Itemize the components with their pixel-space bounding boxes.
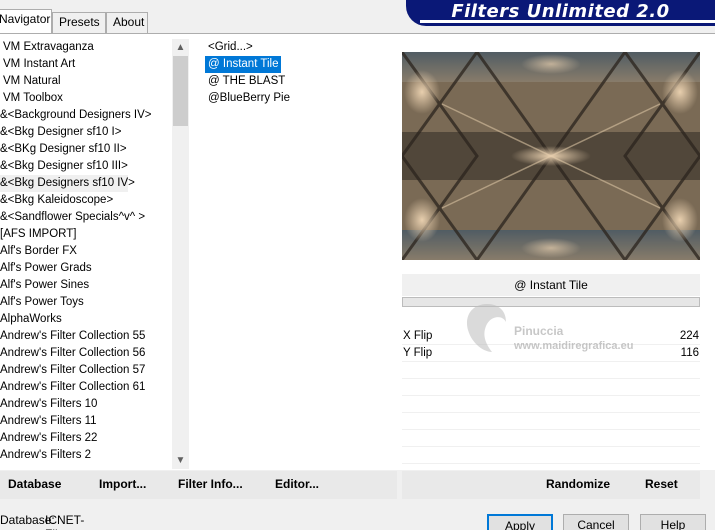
category-item[interactable]: [AFS IMPORT] (0, 226, 172, 243)
param-label: Y Flip (403, 347, 433, 359)
category-item[interactable]: VM Natural (0, 73, 172, 90)
category-item[interactable]: &<Bkg Designers sf10 IV> (0, 175, 135, 192)
category-item[interactable]: &<BKg Designer sf10 II> (0, 141, 172, 158)
filter-row: @ THE BLAST (205, 73, 395, 90)
filter-item[interactable]: <Grid...> (205, 41, 256, 53)
filter-row: @ Instant Tile (205, 56, 395, 73)
navigator-panel: VM Extravaganza VM Instant Art VM Natural V… (0, 33, 715, 470)
category-item[interactable]: &<Bkg Kaleidoscope> (0, 192, 172, 209)
tab-navigator[interactable]: Navigator (0, 9, 52, 33)
status-value: ICNET-Filters (45, 513, 85, 530)
category-scrollbar[interactable]: ▲ ▼ (172, 39, 189, 469)
bottom-toolbar: Database Import... Filter Info... Editor… (0, 471, 715, 499)
category-item[interactable]: Andrew's Filters 11 (0, 413, 172, 430)
watermark: Pinuccia www.maidiregrafica.eu (462, 300, 672, 360)
help-button[interactable]: Help (640, 514, 706, 530)
randomize-button[interactable]: Randomize (546, 477, 610, 491)
category-item[interactable]: Alf's Power Toys (0, 294, 172, 311)
toolbar-right: Randomize Reset (402, 471, 700, 499)
tab-presets[interactable]: Presets (52, 12, 106, 33)
watermark-line1: Pinuccia (514, 324, 564, 338)
category-item[interactable]: Andrew's Filters 10 (0, 396, 172, 413)
watermark-logo-icon (466, 304, 506, 352)
category-item[interactable]: &<Bkg Designer sf10 I> (0, 124, 172, 141)
category-item[interactable]: Andrew's Filters 22 (0, 430, 172, 447)
filter-item[interactable]: @ Instant Tile (205, 56, 282, 73)
category-item[interactable]: Andrew's Filter Collection 55 (0, 328, 172, 345)
cancel-button[interactable]: Cancel (563, 514, 629, 530)
category-item[interactable]: Alf's Power Grads (0, 260, 172, 277)
category-item[interactable]: VM Extravaganza (0, 39, 172, 56)
category-item[interactable]: Alf's Power Sines (0, 277, 172, 294)
category-item[interactable]: &<Bkg Designer sf10 III> (0, 158, 172, 175)
filter-item[interactable]: @ THE BLAST (205, 75, 288, 87)
selected-filter-name: @ Instant Tile (402, 274, 700, 296)
tab-about[interactable]: About (106, 12, 148, 33)
param-row-empty (402, 413, 700, 430)
apply-button[interactable]: Apply (487, 514, 553, 530)
category-item[interactable]: VM Instant Art (0, 56, 172, 73)
category-list[interactable]: VM Extravaganza VM Instant Art VM Natural V… (0, 39, 172, 469)
category-item[interactable]: Andrew's Filter Collection 56 (0, 345, 172, 362)
watermark-line2: www.maidiregrafica.eu (514, 340, 634, 352)
app-banner: Filters Unlimited 2.0 (406, 0, 715, 26)
category-item[interactable]: Andrew's Filters 2 (0, 447, 172, 464)
category-item[interactable]: VM Toolbox (0, 90, 172, 107)
category-item[interactable]: Andrew's Filter Collection 61 (0, 379, 172, 396)
category-item[interactable]: &<Sandflower Specials^v^ > (0, 209, 172, 226)
param-row-empty (402, 379, 700, 396)
banner-title: Filters Unlimited 2.0 (451, 1, 670, 22)
param-value[interactable]: 116 (681, 345, 699, 362)
category-item[interactable]: AlphaWorks (0, 311, 172, 328)
tab-bar: Navigator Presets About (0, 0, 405, 33)
preview-pattern (402, 52, 700, 260)
param-row-empty (402, 362, 700, 379)
filter-list[interactable]: <Grid...> @ Instant Tile @ THE BLAST @BlueB… (205, 39, 395, 107)
scroll-thumb[interactable] (173, 56, 188, 126)
filter-info-button[interactable]: Filter Info... (178, 477, 243, 491)
param-label: X Flip (403, 330, 433, 342)
database-button[interactable]: Database (8, 477, 61, 491)
category-item[interactable]: &<Background Designers IV> (0, 107, 172, 124)
category-item[interactable]: Alf's Border FX (0, 243, 172, 260)
scroll-down-icon[interactable]: ▼ (172, 452, 189, 469)
preview-image (402, 52, 700, 260)
filter-row: <Grid...> (205, 39, 395, 56)
param-row-empty (402, 396, 700, 413)
param-row-empty (402, 430, 700, 447)
reset-button[interactable]: Reset (645, 477, 678, 491)
filter-item[interactable]: @BlueBerry Pie (205, 92, 293, 104)
param-value[interactable]: 224 (680, 328, 699, 345)
toolbar-left: Database Import... Filter Info... Editor… (0, 471, 397, 499)
import-button[interactable]: Import... (99, 477, 146, 491)
param-row-empty (402, 447, 700, 464)
editor-button[interactable]: Editor... (275, 477, 319, 491)
scroll-up-icon[interactable]: ▲ (172, 39, 189, 56)
filter-row: @BlueBerry Pie (205, 90, 395, 107)
category-item[interactable]: Andrew's Filter Collection 57 (0, 362, 172, 379)
